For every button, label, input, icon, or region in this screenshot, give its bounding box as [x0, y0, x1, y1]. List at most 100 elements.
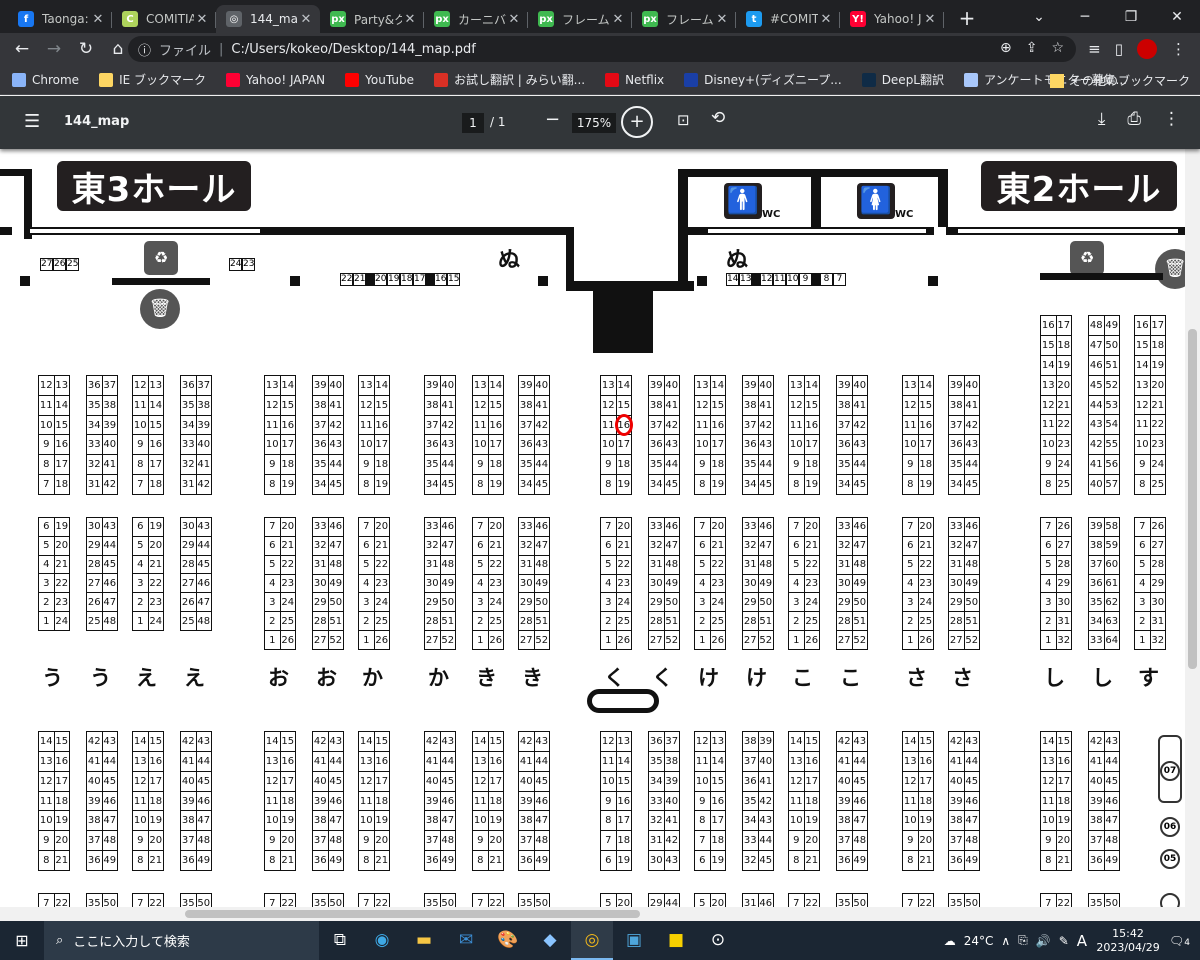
booth-cell[interactable]: 9: [903, 455, 918, 474]
booth-cell[interactable]: 42: [663, 831, 680, 851]
booth-cell[interactable]: 15: [917, 395, 934, 415]
booth-cell[interactable]: 12: [601, 732, 616, 751]
booth-cell[interactable]: 49: [1103, 316, 1120, 335]
booth-cell[interactable]: 11: [359, 792, 374, 811]
tab-2[interactable]: ◎144_map✕: [216, 5, 320, 33]
booth-cell[interactable]: 9: [473, 831, 488, 850]
booth-cell[interactable]: 37: [949, 416, 964, 435]
booth-cell[interactable]: 27: [87, 574, 102, 592]
booth-cell[interactable]: 58: [1103, 518, 1120, 536]
booth-cell[interactable]: 8: [265, 851, 280, 870]
booth-cell[interactable]: 34: [181, 416, 196, 435]
booth-cell[interactable]: 18: [1055, 791, 1072, 811]
booth-cell[interactable]: 37: [743, 752, 758, 771]
booth-cell[interactable]: 21: [487, 851, 504, 871]
booth-cell[interactable]: 15: [53, 732, 70, 751]
booth-cell[interactable]: 17: [615, 811, 632, 831]
booth-cell[interactable]: 46: [327, 518, 344, 536]
booth-cell[interactable]: 9: [601, 455, 616, 474]
booth-cell[interactable]: 39: [519, 376, 534, 395]
booth-cell[interactable]: 32: [649, 811, 664, 830]
booth-cell[interactable]: 36: [519, 435, 534, 454]
booth-cell[interactable]: 10: [359, 811, 374, 830]
booth-cell[interactable]: 38: [519, 811, 534, 830]
booth-cell[interactable]: 18: [279, 455, 296, 475]
booth-cell[interactable]: 1: [265, 631, 280, 649]
booth-cell[interactable]: 37: [743, 416, 758, 435]
booth-cell[interactable]: 4: [359, 575, 374, 593]
booth-cell[interactable]: 36: [425, 851, 440, 870]
booth-cell[interactable]: 26: [279, 631, 296, 650]
booth-cell[interactable]: 3: [903, 593, 918, 611]
booth-cell[interactable]: 8: [359, 851, 374, 870]
booth-cell[interactable]: 43: [439, 732, 456, 751]
notifications-icon[interactable]: 🗨4: [1169, 934, 1190, 948]
booth-cell[interactable]: 47: [963, 811, 980, 831]
booth-cell[interactable]: 10: [601, 772, 616, 791]
booth-cell[interactable]: 42: [195, 475, 212, 494]
booth-cell[interactable]: 36: [181, 376, 196, 395]
booth-cell[interactable]: 4: [903, 575, 918, 593]
booth-cell[interactable]: 39: [837, 376, 852, 395]
booth-cell[interactable]: 9: [359, 831, 374, 850]
booth-cell[interactable]: 46: [663, 518, 680, 536]
booth-cell[interactable]: 19: [615, 851, 632, 871]
booth-cell[interactable]: 44: [327, 751, 344, 771]
booth-cell[interactable]: 33: [743, 518, 758, 536]
mail-icon[interactable]: ✉: [445, 921, 487, 960]
booth-cell[interactable]: 36: [949, 851, 964, 870]
booth-cell[interactable]: 40: [195, 435, 212, 455]
booth-cell[interactable]: 44: [1089, 396, 1104, 415]
booth-cell[interactable]: 44: [963, 455, 980, 475]
booth-cell[interactable]: 13: [265, 752, 280, 771]
booth-cell[interactable]: 19: [917, 475, 934, 494]
network-icon[interactable]: ⎘: [1018, 933, 1028, 948]
booth-cell[interactable]: 38: [663, 751, 680, 771]
booth-cell[interactable]: 48: [851, 831, 868, 851]
booth-cell[interactable]: 42: [837, 732, 852, 751]
booth-cell[interactable]: 43: [327, 732, 344, 751]
weather-icon[interactable]: ☁: [944, 934, 956, 948]
booth-cell[interactable]: 39: [313, 792, 328, 811]
booth-cell[interactable]: 24: [615, 593, 632, 612]
booth-cell[interactable]: 30: [1055, 593, 1072, 612]
booth-cell[interactable]: 16: [1055, 751, 1072, 771]
booth-cell[interactable]: 10: [903, 811, 918, 830]
booth-cell[interactable]: 16: [615, 791, 632, 811]
booth-cell[interactable]: 40: [181, 772, 196, 791]
tab-7[interactable]: t #COMITI ✕: [736, 5, 840, 33]
booth-cell[interactable]: 45: [757, 475, 774, 494]
booth-cell[interactable]: 14: [133, 732, 148, 751]
booth-cell[interactable]: 13: [39, 752, 54, 771]
booth-cell[interactable]: 40: [439, 376, 456, 395]
booth-cell[interactable]: 17: [803, 435, 820, 455]
booth-cell[interactable]: 11: [265, 416, 280, 435]
booth-cell[interactable]: 38: [949, 396, 964, 415]
booth-cell[interactable]: 5: [265, 556, 280, 574]
booth-cell[interactable]: 16: [1135, 316, 1150, 335]
booth-cell[interactable]: 19: [1055, 811, 1072, 831]
booth-cell[interactable]: 22: [615, 555, 632, 574]
booth-cell[interactable]: 41: [533, 395, 550, 415]
reload-button[interactable]: ↻: [70, 39, 102, 59]
booth-cell[interactable]: 19: [53, 811, 70, 831]
booth-cell[interactable]: 12: [473, 772, 488, 791]
booth-cell[interactable]: 28: [181, 556, 196, 574]
booth-cell[interactable]: 11: [133, 396, 148, 415]
booth-cell[interactable]: 22: [487, 555, 504, 574]
booth-cell[interactable]: 11: [903, 792, 918, 811]
booth-cell[interactable]: 10: [1135, 435, 1150, 454]
booth-cell[interactable]: 13: [903, 376, 918, 395]
booth-cell[interactable]: 16: [147, 751, 164, 771]
booth-cell[interactable]: 51: [1103, 355, 1120, 375]
booth-cell[interactable]: 20: [803, 831, 820, 851]
booth-cell[interactable]: 46: [101, 574, 118, 593]
booth-cell[interactable]: 48: [533, 555, 550, 574]
booth-cell[interactable]: 49: [533, 851, 550, 871]
booth-cell[interactable]: 8: [1041, 851, 1056, 870]
booth-cell[interactable]: 17: [53, 771, 70, 791]
booth-cell[interactable]: 11: [789, 416, 804, 435]
booth-cell[interactable]: 40: [101, 435, 118, 455]
booth-cell[interactable]: 12: [473, 396, 488, 415]
booth-cell[interactable]: 38: [519, 396, 534, 415]
